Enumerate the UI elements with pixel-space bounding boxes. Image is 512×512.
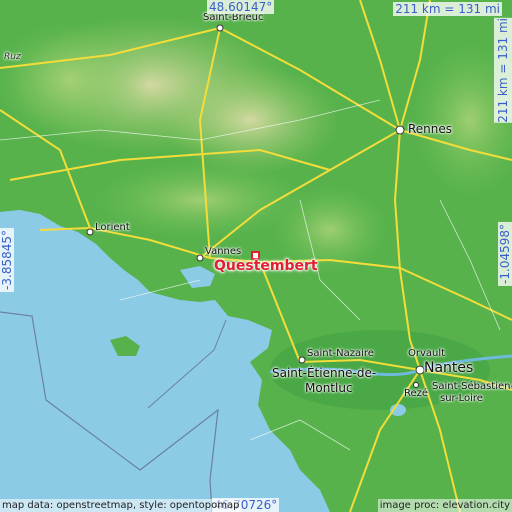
label-saint-etienne-line2: Montluc (305, 381, 353, 395)
credit-right: image proc: elevation.city (377, 499, 512, 512)
label-nantes: Nantes (424, 360, 474, 376)
scale-top: 211 km = 131 mi (393, 2, 502, 16)
right-longitude: -1.04598° (498, 222, 512, 286)
target-label[interactable]: Questembert (214, 258, 318, 274)
terrain-layer (0, 0, 512, 512)
label-vannes: Vannes (205, 246, 242, 257)
label-lorient: Lorient (95, 222, 130, 233)
scale-right: 211 km = 131 mi (494, 18, 512, 123)
map-view[interactable]: Saint-Brieuc Ruz Rennes Lorient Vannes S… (0, 0, 512, 512)
top-latitude: 48.60147° (207, 0, 275, 14)
label-reze: Rezé (404, 388, 429, 399)
label-saint-etienne-line1: Saint-Étienne-de- (272, 366, 377, 380)
noirmoutier-islet (284, 426, 300, 438)
label-ruz: Ruz (4, 52, 21, 62)
label-saint-sebastien-line1: Saint-Sébastien- (432, 381, 512, 392)
label-saint-sebastien-line2: sur-Loire (440, 393, 483, 404)
label-saint-nazaire: Saint-Nazaire (307, 348, 374, 359)
label-rennes: Rennes (408, 122, 453, 136)
label-orvault: Orvault (408, 348, 446, 359)
left-longitude: -3.85845° (0, 228, 14, 292)
credit-left: map data: openstreetmap, style: opentopo… (0, 499, 242, 512)
